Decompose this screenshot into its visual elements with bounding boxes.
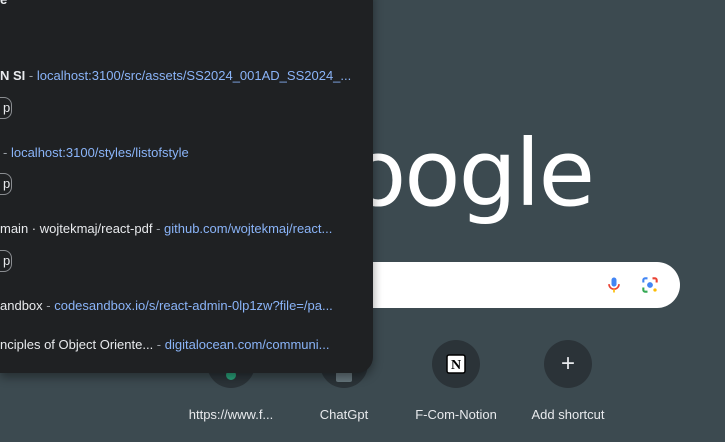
- dropdown-top-fragment: e: [0, 0, 7, 7]
- suggestion-row[interactable]: nciples of Object Oriente... - digitaloc…: [0, 337, 373, 357]
- suggestion-action-chip[interactable]: p: [0, 250, 12, 272]
- google-lens-icon[interactable]: [640, 275, 660, 295]
- shortcut-label: Add shortcut: [531, 407, 605, 422]
- suggestion-action-chip[interactable]: p: [0, 97, 12, 119]
- microphone-icon[interactable]: [604, 275, 624, 295]
- suggestion-row[interactable]: andbox - codesandbox.io/s/react-admin-0l…: [0, 298, 373, 318]
- suggestion-action-chip[interactable]: p: [0, 173, 12, 195]
- omnibox-dropdown: e N SI - localhost:3100/src/assets/SS202…: [0, 0, 373, 373]
- shortcut-3[interactable]: N F-Com-Notion: [401, 340, 511, 422]
- suggestion-row[interactable]: N SI - localhost:3100/src/assets/SS2024_…: [0, 68, 373, 88]
- suggestion-row[interactable]: main · wojtekmaj/react-pdf - github.com/…: [0, 221, 373, 241]
- plus-icon: +: [544, 340, 592, 388]
- search-box[interactable]: [330, 262, 680, 308]
- shortcut-label: F-Com-Notion: [415, 407, 497, 422]
- svg-text:N: N: [451, 358, 461, 373]
- suggestion-row[interactable]: - localhost:3100/styles/listofstyle: [0, 145, 373, 165]
- shortcut-label: https://www.f...: [188, 407, 274, 422]
- shortcut-label: ChatGpt: [319, 407, 369, 422]
- google-logo: oogle: [350, 120, 595, 227]
- add-shortcut[interactable]: + Add shortcut: [513, 340, 623, 422]
- notion-icon: N: [432, 340, 480, 388]
